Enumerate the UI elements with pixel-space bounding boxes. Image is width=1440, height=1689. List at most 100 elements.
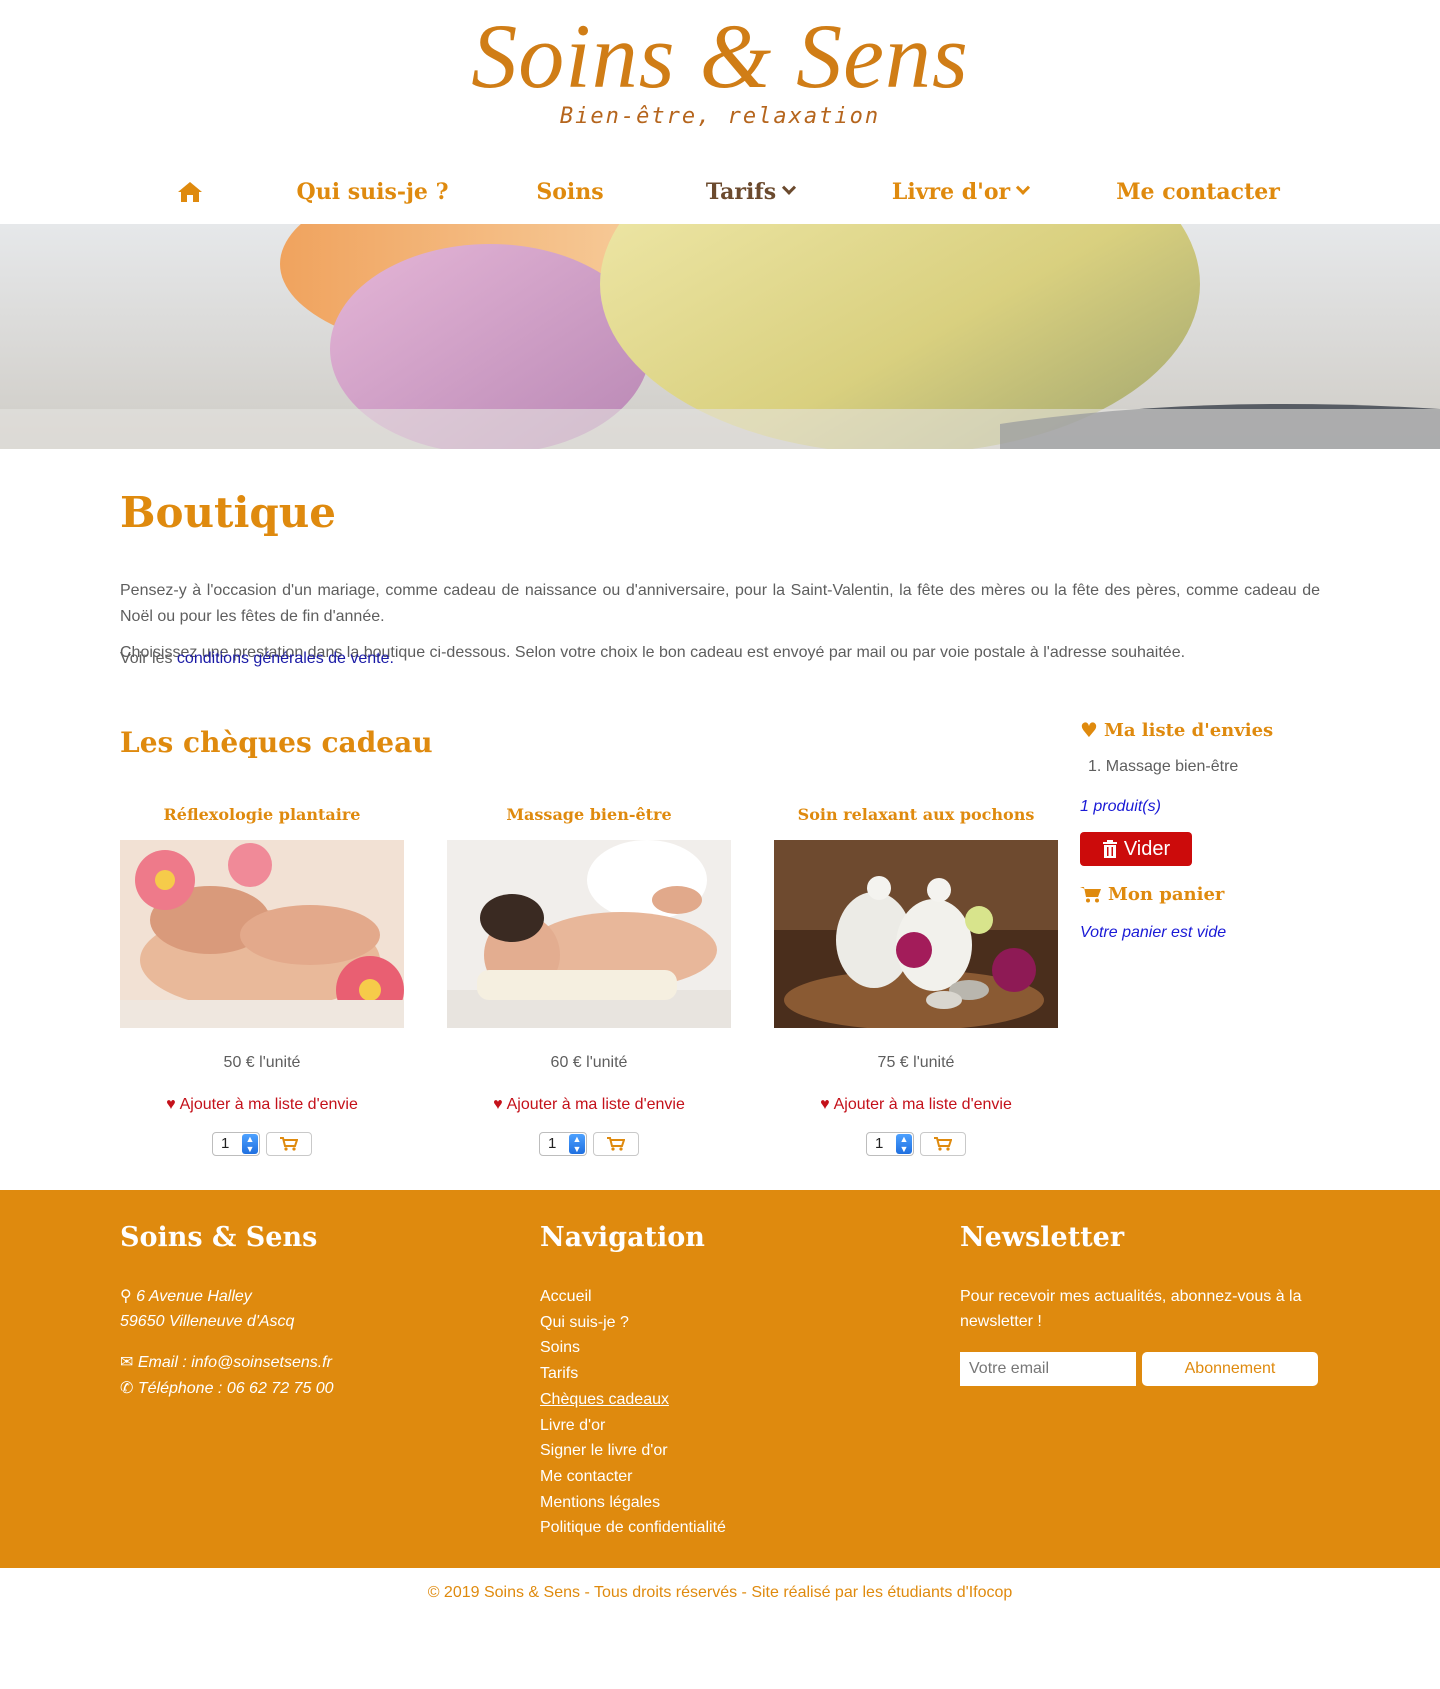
- nav-livre-dor[interactable]: Livre d'or: [890, 160, 1031, 224]
- heart-icon: ♥: [493, 1096, 503, 1113]
- quantity-select[interactable]: 1 ▲ ▼: [866, 1132, 914, 1156]
- add-to-cart-button[interactable]: [593, 1132, 639, 1156]
- product-price: 75 € l'unité: [877, 1054, 955, 1071]
- footer-link-qui-suis-je[interactable]: Qui suis-je ?: [540, 1310, 920, 1336]
- product-price: 50 € l'unité: [223, 1054, 301, 1071]
- footer-phone[interactable]: ✆ Téléphone : 06 62 72 75 00: [120, 1376, 500, 1402]
- footer-link-tarifs[interactable]: Tarifs: [540, 1361, 920, 1387]
- spinner-icon[interactable]: ▲ ▼: [242, 1134, 258, 1154]
- wishlist-item[interactable]: 1. Massage bien-être: [1080, 758, 1340, 780]
- newsletter-form: Votre email Abonnement: [960, 1352, 1340, 1386]
- cart-heading: Mon panier: [1080, 880, 1340, 908]
- footer-link-livre-dor[interactable]: Livre d'or: [540, 1413, 920, 1439]
- product-price: 60 € l'unité: [550, 1054, 628, 1071]
- nav-home[interactable]: [160, 160, 220, 224]
- intro-text: Pensez-y à l'occasion d'un mariage, comm…: [120, 582, 1320, 625]
- page-title: Boutique: [120, 488, 337, 537]
- site-header: Soins & Sens Bien-être, relaxation: [0, 0, 1440, 150]
- chevron-down-icon: [1016, 180, 1031, 195]
- nav-label: Soins: [536, 179, 604, 205]
- wishlist-count: 1 produit(s): [1080, 798, 1161, 815]
- wishlist-label: Ajouter à ma liste d'envie: [179, 1096, 358, 1113]
- add-to-wishlist-link[interactable]: ♥ Ajouter à ma liste d'envie: [774, 1096, 1058, 1116]
- wishlist-title: Ma liste d'envies: [1103, 719, 1274, 741]
- newsletter-text: Pour recevoir mes actualités, abonnez-vo…: [960, 1288, 1302, 1330]
- add-to-cart-button[interactable]: [266, 1132, 312, 1156]
- cart-icon: [934, 1137, 952, 1151]
- quantity-value: 1: [221, 1135, 230, 1152]
- nav-soins[interactable]: Soins: [520, 160, 620, 224]
- footer-link-accueil[interactable]: Accueil: [540, 1284, 920, 1310]
- product-name[interactable]: Soin relaxant aux pochons: [774, 800, 1058, 830]
- product-card: Réflexologie plantaire 50 € l'unité ♥ Ajo…: [120, 800, 404, 1156]
- envelope-icon: ✉: [120, 1354, 134, 1371]
- phone-icon: ✆: [120, 1380, 134, 1397]
- quantity-value: 1: [875, 1135, 884, 1152]
- product-image-pochons[interactable]: [774, 840, 1058, 1028]
- product-image-reflexologie[interactable]: [120, 840, 404, 1028]
- logo-subtitle: Bien-être, relaxation: [559, 104, 881, 129]
- footer-brand-title: Soins & Sens: [120, 1222, 318, 1253]
- product-name[interactable]: Réflexologie plantaire: [120, 800, 404, 830]
- add-to-cart-button[interactable]: [920, 1132, 966, 1156]
- sidebar: ♥ Ma liste d'envies 1. Massage bien-être…: [1080, 716, 1340, 942]
- wishlist-label: Ajouter à ma liste d'envie: [506, 1096, 685, 1113]
- footer-newsletter-col: Newsletter Pour recevoir mes actualités,…: [960, 1222, 1340, 1386]
- home-icon: [178, 182, 202, 202]
- chevron-down-icon: [782, 180, 797, 195]
- nav-tarifs[interactable]: Tarifs: [690, 160, 810, 224]
- address-line-2: 59650 Villeneuve d'Ascq: [120, 1313, 295, 1330]
- newsletter-email-input[interactable]: Votre email: [960, 1352, 1136, 1386]
- product-name[interactable]: Massage bien-être: [447, 800, 731, 830]
- nav-label: Livre d'or: [891, 179, 1011, 205]
- footer-newsletter-title: Newsletter: [960, 1222, 1125, 1253]
- add-to-cart-row: 1 ▲ ▼: [120, 1132, 404, 1156]
- cgv-link[interactable]: conditions générales de vente.: [177, 650, 394, 667]
- section-title: Les chèques cadeau: [120, 726, 433, 759]
- footer-contact-col: Soins & Sens ⚲ 6 Avenue Halley 59650 Vil…: [120, 1222, 500, 1402]
- quantity-value: 1: [548, 1135, 557, 1152]
- footer-link-soins[interactable]: Soins: [540, 1335, 920, 1361]
- footer-link-mentions-legales[interactable]: Mentions légales: [540, 1490, 920, 1516]
- heart-icon: ♥: [166, 1096, 176, 1113]
- spinner-icon[interactable]: ▲ ▼: [569, 1134, 585, 1154]
- footer-link-cheques-cadeaux[interactable]: Chèques cadeaux: [540, 1387, 920, 1413]
- heart-icon: ♥: [1080, 718, 1098, 742]
- add-to-wishlist-link[interactable]: ♥ Ajouter à ma liste d'envie: [447, 1096, 731, 1116]
- logo-title[interactable]: Soins & Sens: [0, 6, 1440, 106]
- wishlist-label: Ajouter à ma liste d'envie: [833, 1096, 1012, 1113]
- nav-label: Qui suis-je ?: [296, 179, 449, 205]
- clear-label: Vider: [1123, 837, 1171, 860]
- quantity-select[interactable]: 1 ▲ ▼: [539, 1132, 587, 1156]
- nav-me-contacter[interactable]: Me contacter: [1116, 160, 1280, 224]
- footer-link-confidentialite[interactable]: Politique de confidentialité: [540, 1515, 920, 1541]
- footer-nav-col: Navigation Accueil Qui suis-je ? Soins T…: [540, 1222, 920, 1541]
- newsletter-subscribe-button[interactable]: Abonnement: [1142, 1352, 1318, 1386]
- add-to-cart-row: 1 ▲ ▼: [774, 1132, 1058, 1156]
- footer-link-signer-livre-dor[interactable]: Signer le livre d'or: [540, 1438, 920, 1464]
- add-to-cart-row: 1 ▲ ▼: [447, 1132, 731, 1156]
- cart-title: Mon panier: [1108, 883, 1225, 905]
- product-card: Soin relaxant aux pochons 75 € l'unité ♥…: [774, 800, 1058, 1156]
- map-marker-icon: ⚲: [120, 1288, 132, 1305]
- add-to-wishlist-link[interactable]: ♥ Ajouter à ma liste d'envie: [120, 1096, 404, 1116]
- address-line-1: 6 Avenue Halley: [136, 1288, 252, 1305]
- cgv-line: Voir les conditions générales de vente.: [120, 650, 394, 668]
- cart-icon: [607, 1137, 625, 1151]
- phone-text: Téléphone : 06 62 72 75 00: [137, 1380, 334, 1397]
- cart-icon: [280, 1137, 298, 1151]
- main-nav: Qui suis-je ? Soins Tarifs Livre d'or Me…: [0, 160, 1440, 224]
- quantity-select[interactable]: 1 ▲ ▼: [212, 1132, 260, 1156]
- footer-nav-links: Accueil Qui suis-je ? Soins Tarifs Chèqu…: [540, 1284, 920, 1541]
- footer-email[interactable]: ✉ Email : info@soinsetsens.fr: [120, 1350, 500, 1376]
- email-text: Email : info@soinsetsens.fr: [137, 1354, 332, 1371]
- footer-address: ⚲ 6 Avenue Halley 59650 Villeneuve d'Asc…: [120, 1284, 500, 1334]
- footer-link-me-contacter[interactable]: Me contacter: [540, 1464, 920, 1490]
- product-image-massage[interactable]: [447, 840, 731, 1028]
- nav-qui-suis-je[interactable]: Qui suis-je ?: [290, 160, 455, 224]
- trash-icon: [1102, 840, 1117, 858]
- spinner-icon[interactable]: ▲ ▼: [896, 1134, 912, 1154]
- clear-wishlist-button[interactable]: Vider: [1080, 832, 1192, 866]
- footer-nav-title: Navigation: [540, 1222, 705, 1253]
- copyright: © 2019 Soins & Sens - Tous droits réserv…: [427, 1584, 1013, 1601]
